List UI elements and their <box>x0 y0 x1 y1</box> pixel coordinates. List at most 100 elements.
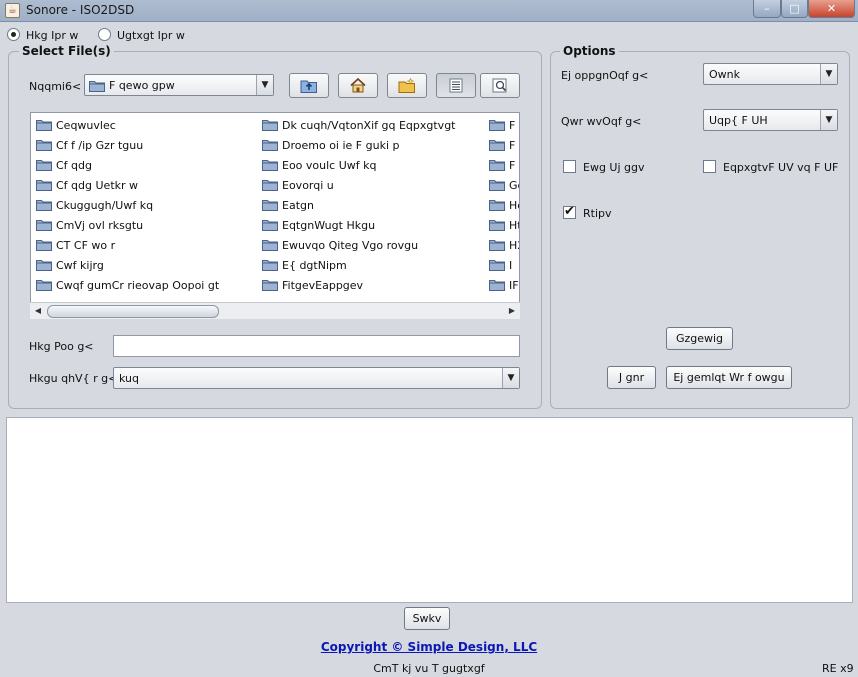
checkbox-2[interactable] <box>703 160 716 173</box>
folder-icon <box>262 120 278 131</box>
look-in-dropdown[interactable]: F qewo gpw ▼ <box>84 74 274 96</box>
folder-icon <box>262 200 278 211</box>
channels-dropdown[interactable]: Ownk ▼ <box>703 63 838 85</box>
folder-icon <box>489 260 505 271</box>
copyright-link[interactable]: Copyright © Simple Design, LLC <box>0 640 858 654</box>
folder-icon <box>262 160 278 171</box>
file-list-item-label: Cf qdg Uetkr w <box>56 179 139 192</box>
scroll-right-icon[interactable]: ▶ <box>504 303 520 319</box>
scroll-left-icon[interactable]: ◀ <box>30 303 46 319</box>
file-list-item-label: Cf qdg <box>56 159 92 172</box>
folder-icon <box>36 240 52 251</box>
output-label: Qwr wvOqf g< <box>561 115 642 128</box>
file-list[interactable]: Ceqwuvlec Cf f /ip Gzr tguu Cf qdg Cf qdg U… <box>30 112 520 319</box>
file-name-input[interactable] <box>113 335 520 357</box>
folder-icon <box>36 140 52 151</box>
folder-icon <box>262 220 278 231</box>
folder-icon <box>36 260 52 271</box>
folder-icon <box>262 280 278 291</box>
folder-icon <box>36 160 52 171</box>
folder-icon <box>489 280 505 291</box>
folder-icon <box>489 120 505 131</box>
file-type-label: Hkgu qhV{ r g< <box>29 372 118 385</box>
home-button[interactable] <box>338 73 378 98</box>
maximize-button[interactable]: □ <box>781 0 808 18</box>
file-list-item-label: Cf f /ip Gzr tguu <box>56 139 144 152</box>
new-folder-button[interactable] <box>387 73 427 98</box>
options-panel <box>550 51 850 409</box>
file-list-item-label: Eoo voulc Uwf kq <box>282 159 377 172</box>
folder-icon <box>36 120 52 131</box>
look-in-value: F qewo gpw <box>109 79 175 92</box>
home-icon <box>350 77 366 93</box>
file-list-item-label: Eatgn <box>282 199 314 212</box>
output-log-area[interactable] <box>6 417 853 603</box>
folder-icon <box>489 160 505 171</box>
file-type-value: kuq <box>119 372 139 385</box>
list-view-button[interactable] <box>436 73 476 98</box>
checkbox-3-label: Rtipv <box>583 207 612 220</box>
check-updates-button[interactable]: Ej gemlqt Wr f owgu <box>666 366 792 389</box>
horizontal-scrollbar[interactable]: ◀ ▶ <box>30 302 520 319</box>
execute-button[interactable]: Gzgewig <box>666 327 733 350</box>
file-list-item-label: IF <box>509 279 519 292</box>
folder-icon <box>36 200 52 211</box>
folder-icon <box>36 180 52 191</box>
scroll-thumb[interactable] <box>47 305 219 318</box>
options-title: Options <box>560 44 619 58</box>
folder-icon <box>489 200 505 211</box>
file-list-item-label: Gc <box>509 179 519 192</box>
new-folder-icon <box>398 77 415 93</box>
file-list-item-label: H2 <box>509 239 519 252</box>
folder-icon <box>262 240 278 251</box>
look-in-label: Nqqmi6< <box>29 80 82 93</box>
file-list-item-label: EqtgnWugt Hkgu <box>282 219 376 232</box>
file-list-item-label: FitgevEappgev <box>282 279 364 292</box>
list-view-icon <box>449 78 463 93</box>
start-button[interactable]: Swkv <box>404 607 450 630</box>
chevron-down-icon[interactable]: ▼ <box>820 64 837 84</box>
file-list-item-label: Ckuggugh/Uwf kq <box>56 199 154 212</box>
up-folder-button[interactable] <box>289 73 329 98</box>
file-type-dropdown[interactable]: kuq ▼ <box>113 367 520 389</box>
folder-icon <box>36 280 52 291</box>
file-list-item-label: Hc <box>509 199 519 212</box>
chevron-down-icon[interactable]: ▼ <box>820 110 837 130</box>
folder-icon <box>262 260 278 271</box>
file-list-item-label: Dk cuqh/VqtonXif gq Eqpxgtvgt <box>282 119 456 132</box>
file-list-item-label: F X <box>509 119 519 132</box>
file-list-item-label: F X <box>509 159 519 172</box>
folder-icon <box>36 220 52 231</box>
details-view-icon <box>492 78 507 93</box>
checkbox-3[interactable] <box>563 204 576 219</box>
folder-icon <box>489 180 505 191</box>
checkbox-2-label: EqpxgtvF UV vq F UF <box>723 161 839 174</box>
select-files-title: Select File(s) <box>19 44 114 58</box>
file-list-item-label: F X <box>509 139 519 152</box>
file-list-item-label: Ceqwuvlec <box>56 119 116 132</box>
details-view-button[interactable] <box>480 73 520 98</box>
chevron-down-icon[interactable]: ▼ <box>502 368 519 388</box>
file-list-item-label: Eovorqi u <box>282 179 334 192</box>
minimize-button[interactable]: – <box>753 0 781 18</box>
folder-icon <box>89 81 105 92</box>
folder-icon <box>262 140 278 151</box>
chevron-down-icon[interactable]: ▼ <box>256 75 273 95</box>
output-value: Uqp{ F UH <box>709 114 768 127</box>
file-list-item-label: CT CF wo r <box>56 239 116 252</box>
radio-unselected-icon[interactable] <box>98 28 111 41</box>
folder-icon <box>262 180 278 191</box>
checkbox-1-label: Ewg Uj ggv <box>583 161 645 174</box>
folder-icon <box>489 240 505 251</box>
close-button[interactable]: ✕ <box>808 0 855 18</box>
file-list-item-label: Ewuvqo Qiteg Vgo rovgu <box>282 239 419 252</box>
mode-radio-server-label: Ugtxgt Ipr w <box>117 29 185 42</box>
output-dropdown[interactable]: Uqp{ F UH ▼ <box>703 109 838 131</box>
file-list-item-label: E{ dgtNipm <box>282 259 347 272</box>
checkbox-1[interactable] <box>563 160 576 173</box>
up-folder-icon <box>300 80 317 93</box>
folder-icon <box>489 220 505 231</box>
radio-selected-icon[interactable] <box>7 28 20 41</box>
help-button[interactable]: J gnr <box>607 366 656 389</box>
file-list-item-label: Ht <box>509 219 519 232</box>
